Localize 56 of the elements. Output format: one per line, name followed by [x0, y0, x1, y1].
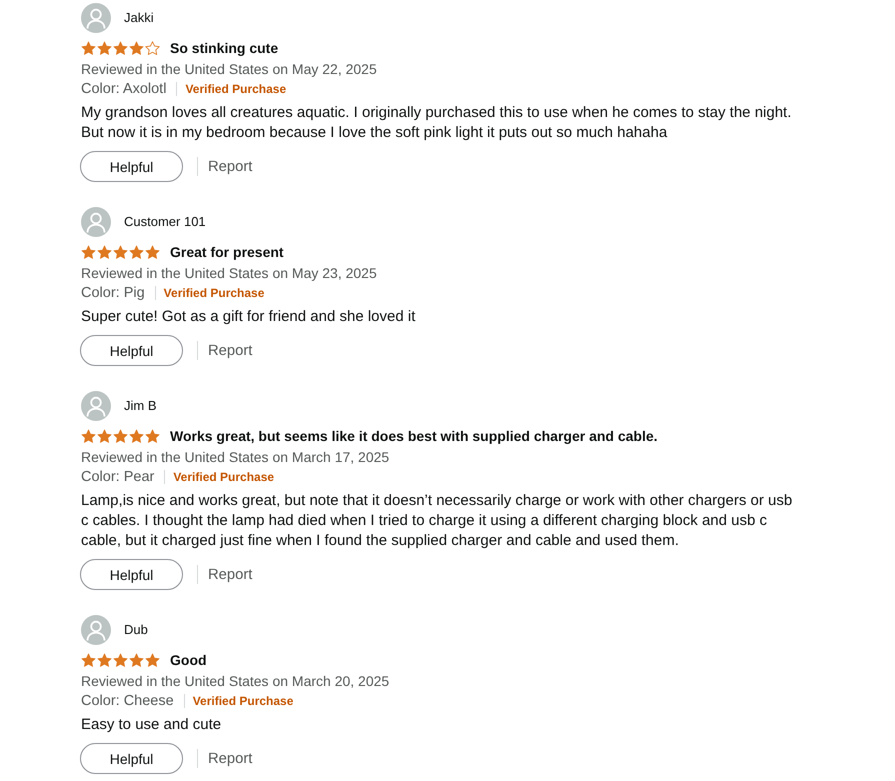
avatar-icon — [81, 3, 111, 33]
helpful-button[interactable]: Helpful — [80, 559, 183, 590]
reviewer-name: Jim B — [124, 398, 156, 414]
variant-label: Color: Pig — [81, 284, 145, 302]
review-text: Easy to use and cute — [81, 715, 222, 735]
verified-purchase-label: Verified Purchase — [185, 81, 286, 97]
star-outline-icon — [145, 40, 160, 56]
helpful-button[interactable]: Helpful — [80, 151, 183, 182]
star-icon — [145, 652, 160, 668]
verified-purchase-label: Verified Purchase — [164, 285, 264, 301]
star-icon — [145, 428, 160, 444]
avatar-icon — [81, 615, 111, 645]
variant-label: Color: Axolotl — [81, 80, 166, 98]
variant-label: Color: Pear — [81, 468, 154, 486]
review-date: Reviewed in the United States on March 17, 2025 — [81, 448, 390, 467]
report-link[interactable]: Report — [208, 748, 252, 768]
star-icon — [129, 244, 144, 260]
report-link[interactable]: Report — [208, 340, 252, 360]
verified-purchase-label: Verified Purchase — [173, 469, 274, 485]
star-icon — [97, 40, 112, 56]
review-title: Great for present — [170, 243, 284, 262]
reviewer-name: Customer 101 — [124, 214, 206, 230]
star-icon — [129, 652, 144, 668]
star-icon — [97, 652, 112, 668]
review-date: Reviewed in the United States on March 20, 2025 — [81, 672, 390, 691]
avatar-icon — [81, 391, 111, 421]
review-date: Reviewed in the United States on May 23, 2025 — [81, 264, 377, 283]
avatar-icon — [81, 207, 111, 237]
reviewer-name: Dub — [124, 622, 148, 638]
review-text: Super cute! Got as a gift for friend and she loved it — [81, 307, 416, 327]
star-icon — [81, 40, 96, 56]
star-icon — [81, 652, 96, 668]
review-date: Reviewed in the United States on May 22, 2025 — [81, 60, 377, 79]
star-icon — [113, 40, 128, 56]
review-text: Lamp,is nice and works great, but note that it doesn’t necessarily charge or work with other chargers or usb c cables. I thought the lamp had died when I tried to charge it using a different charging block and usb c cable, but it charged just fine when I found the supplied charger and cable and used them. — [81, 491, 794, 551]
star-icon — [113, 244, 128, 260]
report-link[interactable]: Report — [208, 156, 252, 176]
review-text: My grandson loves all creatures aquatic. I originally purchased this to use when he comes to stay the night. But now it is in my bedroom because I love the soft pink light it puts out so much hahaha — [81, 103, 792, 143]
verified-purchase-label: Verified Purchase — [192, 693, 294, 709]
review-title: Works great, but seems like it does best with supplied charger and cable. — [170, 427, 658, 446]
report-link[interactable]: Report — [208, 564, 252, 584]
review-title: Good — [170, 651, 207, 670]
helpful-button[interactable]: Helpful — [80, 335, 183, 366]
star-icon — [97, 244, 112, 260]
star-icon — [129, 40, 144, 56]
star-icon — [129, 428, 144, 444]
review-title: So stinking cute — [170, 39, 278, 58]
star-icon — [145, 244, 160, 260]
star-icon — [81, 244, 96, 260]
star-icon — [113, 428, 128, 444]
star-icon — [81, 428, 96, 444]
variant-label: Color: Cheese — [81, 692, 174, 710]
star-icon — [113, 652, 128, 668]
reviewer-name: Jakki — [124, 10, 154, 26]
star-icon — [97, 428, 112, 444]
helpful-button[interactable]: Helpful — [80, 743, 183, 774]
